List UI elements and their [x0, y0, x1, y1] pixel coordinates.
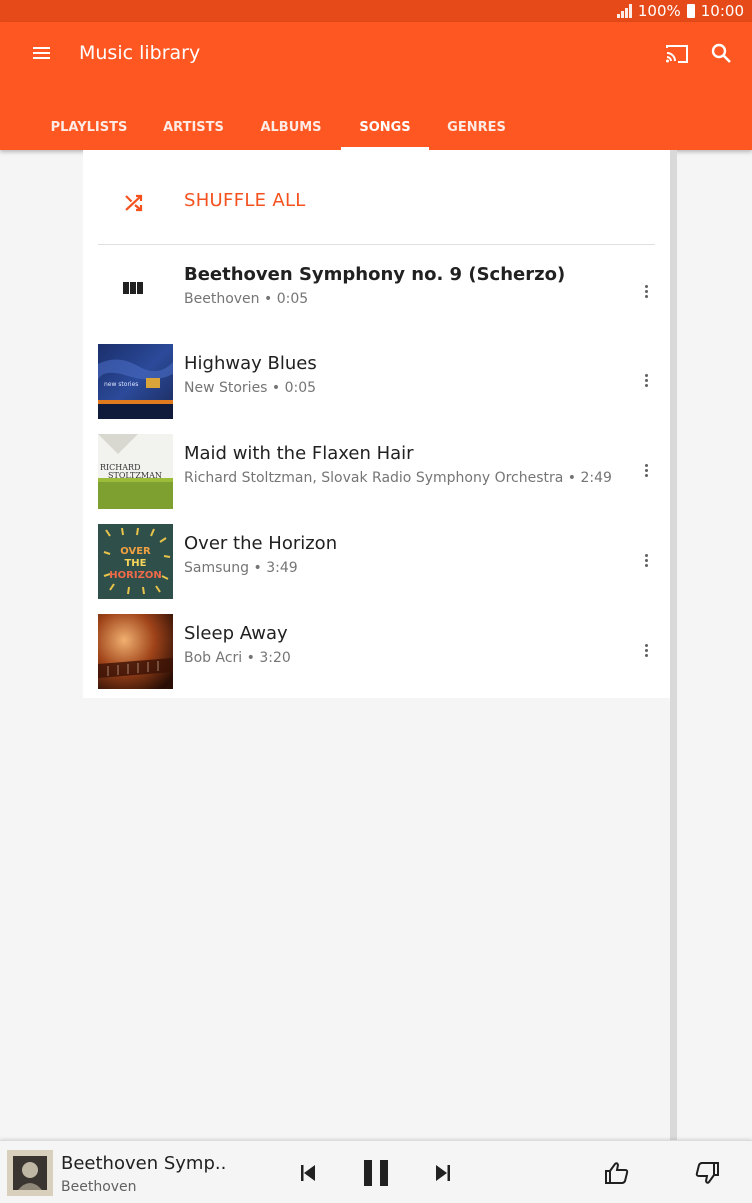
next-button[interactable] [431, 1161, 455, 1185]
song-list: SHUFFLE ALL Beethoven Symphony no. 9 (Sc… [83, 150, 670, 698]
shuffle-icon [125, 194, 143, 212]
cast-icon [666, 45, 688, 63]
tab-albums[interactable]: ALBUMS [241, 110, 341, 150]
tab-songs[interactable]: SONGS [341, 110, 429, 150]
album-art-text: new stories [104, 381, 138, 388]
thumbs-up-icon [605, 1162, 629, 1184]
next-icon [436, 1165, 450, 1181]
tab-genres[interactable]: GENRES [429, 110, 524, 150]
song-subtitle: Richard Stoltzman, Slovak Radio Symphony… [184, 470, 612, 486]
clock: 10:00 [700, 2, 744, 20]
thumbs-down-button[interactable] [693, 1159, 721, 1187]
song-title: Over the Horizon [184, 533, 338, 554]
player-artist: Beethoven [61, 1179, 137, 1195]
more-vert-icon[interactable] [633, 453, 659, 487]
search-button[interactable] [708, 40, 736, 68]
tab-artists[interactable]: ARTISTS [146, 110, 241, 150]
signal-icon [616, 4, 632, 18]
song-row-over-the-horizon[interactable]: OVER THE HORIZON Over the Horizon Samsun… [83, 515, 670, 605]
status-bar: 100% 10:00 [0, 0, 752, 22]
battery-percent: 100% [637, 2, 681, 20]
page-title: Music library [79, 42, 201, 64]
song-title: Highway Blues [184, 353, 317, 374]
status-icons: 100% 10:00 [616, 2, 744, 20]
song-row-beethoven[interactable]: Beethoven Symphony no. 9 (Scherzo) Beeth… [83, 246, 670, 336]
menu-button[interactable] [24, 42, 58, 66]
library-tabs: PLAYLISTS ARTISTS ALBUMS SONGS GENRES [32, 110, 524, 150]
song-row-highway-blues[interactable]: new stories Highway Blues New Stories • … [83, 335, 670, 425]
search-icon [711, 43, 731, 63]
cast-button[interactable] [662, 40, 692, 68]
album-art-maid-flaxen-hair: RICHARD STOLTZMAN [98, 434, 173, 509]
shuffle-all-label: SHUFFLE ALL [184, 190, 306, 211]
previous-button[interactable] [296, 1161, 320, 1185]
equalizer-icon [123, 282, 143, 294]
album-art-sleep-away [98, 614, 173, 689]
album-art-over-the-horizon: OVER THE HORIZON [98, 524, 173, 599]
mini-player[interactable]: Beethoven Symp.. Beethoven [0, 1140, 752, 1203]
album-art-text: STOLTZMAN [108, 471, 162, 480]
song-row-maid-flaxen-hair[interactable]: RICHARD STOLTZMAN Maid with the Flaxen H… [83, 425, 670, 515]
thumbs-down-icon [695, 1162, 719, 1184]
battery-icon [686, 4, 695, 18]
tab-playlists[interactable]: PLAYLISTS [32, 110, 146, 150]
song-subtitle: Bob Acri • 3:20 [184, 650, 291, 666]
pause-button[interactable] [360, 1157, 392, 1189]
app-bar: Music library PLAYLISTS ARTISTS ALBUMS S… [0, 22, 752, 150]
song-subtitle: Beethoven • 0:05 [184, 291, 309, 307]
album-art-text: THE [124, 558, 146, 569]
song-subtitle: Samsung • 3:49 [184, 560, 298, 576]
album-art-text: HORIZON [109, 570, 161, 581]
thumbs-up-button[interactable] [603, 1159, 631, 1187]
song-title: Sleep Away [184, 623, 288, 644]
more-vert-icon[interactable] [633, 274, 659, 308]
divider [98, 244, 655, 245]
more-vert-icon[interactable] [633, 633, 659, 667]
album-art-text: OVER [120, 546, 151, 557]
album-art-highway-blues: new stories [98, 344, 173, 419]
previous-icon [301, 1165, 315, 1181]
more-vert-icon[interactable] [633, 543, 659, 577]
song-subtitle: New Stories • 0:05 [184, 380, 317, 396]
player-title: Beethoven Symp.. [61, 1153, 227, 1174]
song-title: Maid with the Flaxen Hair [184, 443, 414, 464]
menu-icon [33, 47, 50, 59]
shuffle-all-button[interactable]: SHUFFLE ALL [83, 160, 670, 244]
pause-icon [364, 1160, 388, 1186]
song-title: Beethoven Symphony no. 9 (Scherzo) [184, 264, 566, 285]
song-row-sleep-away[interactable]: Sleep Away Bob Acri • 3:20 [83, 605, 670, 695]
player-album-art [7, 1150, 53, 1196]
scrollbar[interactable] [670, 150, 677, 1140]
more-vert-icon[interactable] [633, 363, 659, 397]
